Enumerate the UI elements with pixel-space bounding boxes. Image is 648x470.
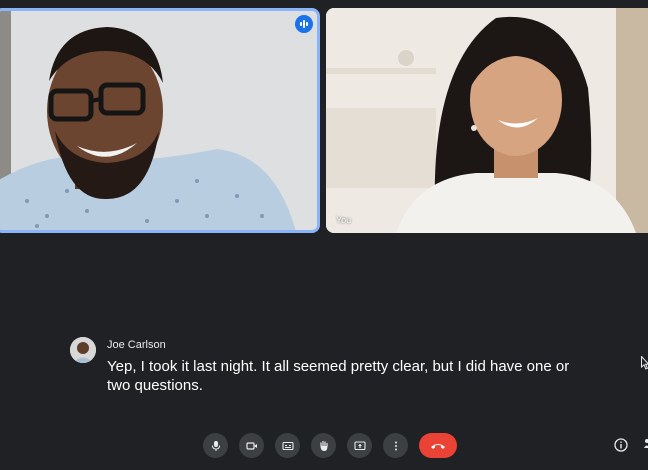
call-controls: [203, 433, 457, 458]
microphone-icon: [211, 440, 220, 451]
participant-video: [0, 11, 317, 230]
speaking-indicator-icon: [295, 15, 313, 33]
caption-text: Yep, I took it last night. It all seemed…: [107, 358, 570, 394]
people-icon: [644, 439, 648, 448]
camera-button[interactable]: [239, 433, 264, 458]
microphone-button[interactable]: [203, 433, 228, 458]
more-options-button[interactable]: [383, 433, 408, 458]
present-icon: [353, 440, 366, 450]
captions-icon: [281, 441, 294, 450]
people-button[interactable]: [643, 436, 648, 454]
caption-speaker-name: Joe Carlson: [107, 339, 166, 351]
more-options-icon: [394, 441, 397, 450]
captions-button[interactable]: [275, 433, 300, 458]
camera-icon: [245, 441, 257, 450]
raise-hand-button[interactable]: [311, 433, 336, 458]
info-icon: [614, 438, 628, 452]
participant-name: You: [336, 215, 352, 225]
mouse-cursor-icon: [641, 355, 648, 375]
participant-video: [326, 8, 648, 233]
present-button[interactable]: [347, 433, 372, 458]
participant-tile-self[interactable]: You: [326, 8, 648, 233]
participant-tile-speaker[interactable]: [0, 8, 320, 233]
meeting-info-button[interactable]: [612, 436, 630, 454]
raise-hand-icon: [319, 440, 328, 451]
avatar: [70, 337, 96, 363]
end-call-button[interactable]: [419, 433, 457, 458]
end-call-icon: [431, 443, 445, 449]
